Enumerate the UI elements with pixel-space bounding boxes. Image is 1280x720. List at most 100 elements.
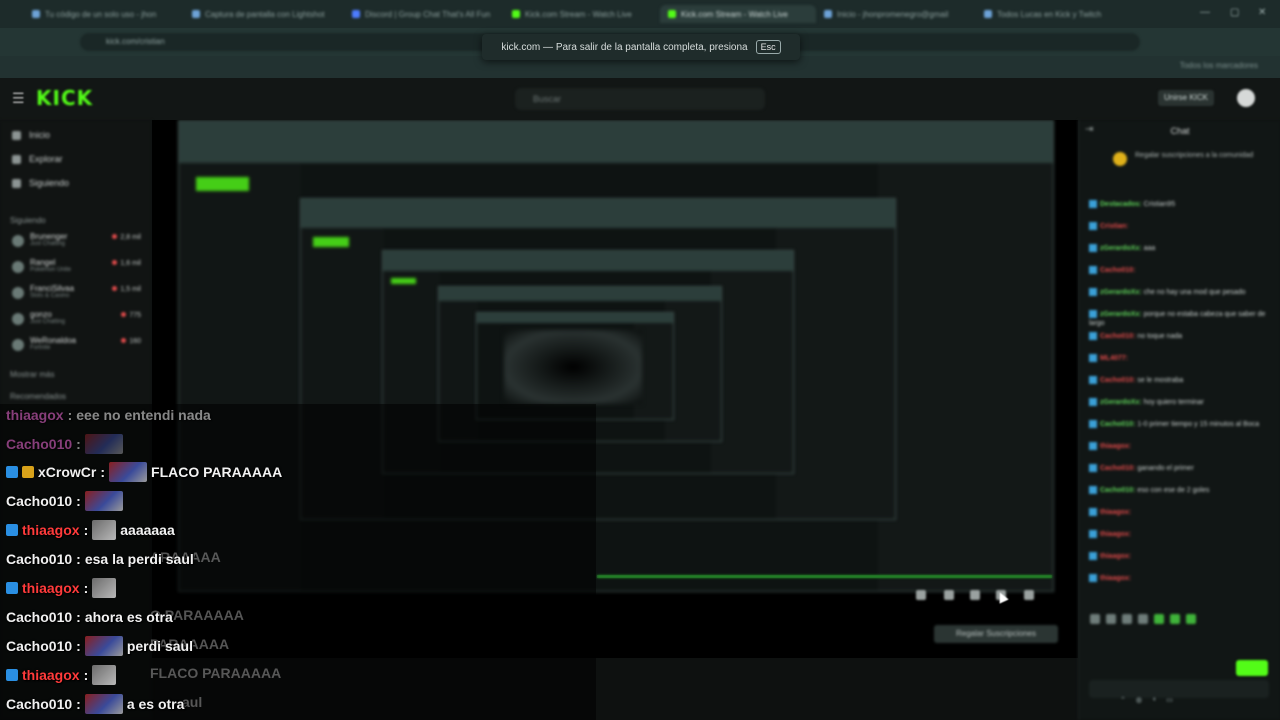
emote-image bbox=[92, 665, 117, 685]
overlay-username: Cacho010 bbox=[6, 436, 73, 452]
overlay-chat-line: xCrowCr : FLACO PARAAAAA bbox=[6, 461, 282, 483]
badge-icon bbox=[1089, 420, 1097, 429]
minimize-icon[interactable]: — bbox=[1200, 7, 1210, 18]
join-kick-button[interactable]: Unirse KICK bbox=[1158, 90, 1215, 106]
gift-subscriptions-button[interactable]: Regalar Suscripciones bbox=[934, 625, 1058, 643]
badge-icon bbox=[1089, 310, 1097, 319]
overlay-separator: : bbox=[76, 436, 81, 452]
send-chat-button[interactable] bbox=[1236, 660, 1268, 676]
kick-badge-icon bbox=[6, 524, 18, 536]
kick-favicon-icon bbox=[668, 10, 676, 18]
chat-username[interactable]: Cacho010: bbox=[1100, 421, 1137, 428]
emote-icon[interactable] bbox=[1186, 614, 1196, 624]
emote-icon[interactable] bbox=[1170, 614, 1180, 624]
chat-message: Cacho010: no toque nada bbox=[1089, 332, 1269, 341]
browser-tab[interactable]: Captura de pantalla con Lightshot bbox=[184, 5, 344, 23]
sidebar-item-explore[interactable]: Explorar bbox=[12, 154, 63, 164]
chat-username[interactable]: thiaagox: bbox=[1100, 531, 1131, 538]
chat-message: thiaagox: bbox=[1089, 552, 1269, 561]
all-bookmarks-link[interactable]: Todos los marcadores bbox=[1180, 61, 1258, 70]
kick-badge-icon bbox=[6, 466, 18, 478]
clock[interactable]: ▭ bbox=[1166, 696, 1173, 704]
live-dot-icon bbox=[112, 234, 118, 239]
emote-icon[interactable] bbox=[1138, 614, 1148, 624]
emote-icon[interactable] bbox=[1106, 614, 1116, 624]
chat-message: Cacho010: bbox=[1089, 266, 1269, 275]
emote-image bbox=[84, 491, 123, 511]
emote-icon[interactable] bbox=[1122, 614, 1132, 624]
sidebar-item-home[interactable]: Inicio bbox=[12, 130, 50, 140]
quality-icon[interactable] bbox=[916, 590, 926, 600]
followed-channel[interactable]: FranciSilvaa Slots & Casino 1,5 mil bbox=[10, 284, 145, 304]
chat-input[interactable] bbox=[1089, 680, 1269, 698]
browser-tab[interactable]: Discord | Group Chat That's All Fun bbox=[344, 5, 504, 23]
followed-channel[interactable]: Rangel Pokémon Unite 1,6 mil bbox=[10, 258, 145, 278]
chat-username[interactable]: Cacho010: bbox=[1100, 487, 1137, 494]
chat-message: Cacho010: eso con ese de 2 goles bbox=[1089, 486, 1269, 495]
chat-username[interactable]: Cristian: bbox=[1100, 223, 1128, 230]
chat-username[interactable]: Cacho010: bbox=[1100, 465, 1137, 472]
heart-icon bbox=[12, 178, 21, 188]
chat-username[interactable]: zGerardoXx: bbox=[1100, 311, 1144, 318]
emote-icon[interactable] bbox=[1154, 614, 1164, 624]
chat-username[interactable]: thiaagox: bbox=[1100, 553, 1131, 560]
chat-panel: ⇥ Chat Regalar suscripciones a la comuni… bbox=[1078, 120, 1280, 720]
badge-icon bbox=[1089, 200, 1097, 209]
close-icon[interactable]: ✕ bbox=[1258, 7, 1266, 18]
search-input[interactable]: Buscar bbox=[515, 88, 765, 110]
recursive-capture-center bbox=[504, 330, 642, 404]
chat-message: thiaagox: bbox=[1089, 574, 1269, 583]
overlay-message-text: esa la perdi saul bbox=[84, 551, 194, 567]
overlay-separator: : bbox=[76, 638, 81, 654]
overlay-separator: : bbox=[83, 580, 89, 596]
followed-channel[interactable]: Brunenger Just Chatting 2,8 mil bbox=[10, 232, 145, 252]
badge-icon bbox=[1089, 398, 1097, 407]
theater-mode-icon[interactable] bbox=[970, 590, 980, 600]
volume-icon[interactable]: ◖ bbox=[1152, 696, 1156, 704]
browser-tab[interactable]: Inicio - jhonpromenegro@gmail bbox=[816, 5, 976, 23]
overlay-username: thiaagox bbox=[22, 522, 80, 538]
pinned-message: Regalar suscripciones a la comunidad bbox=[1087, 148, 1273, 178]
chat-username[interactable]: ML4077: bbox=[1100, 355, 1128, 362]
chat-username[interactable]: Destacados: bbox=[1100, 201, 1144, 208]
chat-username[interactable]: thiaagox: bbox=[1100, 509, 1131, 516]
overlay-message-text: aaaaaaa bbox=[120, 522, 175, 538]
emote-icon[interactable] bbox=[1090, 614, 1100, 624]
chevron-up-icon[interactable]: ⌃ bbox=[1120, 696, 1126, 704]
chat-username[interactable]: Cacho010: bbox=[1100, 377, 1137, 384]
overlay-username: thiaagox bbox=[22, 580, 80, 596]
fullscreen-icon[interactable] bbox=[1024, 590, 1034, 600]
sidebar-item-following[interactable]: Siguiendo bbox=[12, 178, 69, 188]
avatar[interactable] bbox=[1237, 89, 1255, 107]
show-more-link[interactable]: Mostrar más bbox=[10, 370, 54, 379]
browser-tab[interactable]: Tu código de un solo uso - jhon bbox=[24, 5, 184, 23]
chat-message: zGerardoXx: porque no estaba cabeza que … bbox=[1089, 310, 1269, 328]
kick-logo[interactable]: KICK bbox=[36, 86, 93, 110]
menu-icon[interactable]: ☰ bbox=[12, 90, 25, 107]
compass-icon bbox=[12, 154, 21, 164]
overlay-chat-line: thiaagox : bbox=[6, 664, 117, 686]
chat-username[interactable]: zGerardoXx: bbox=[1100, 245, 1144, 252]
chat-username[interactable]: Cacho010: bbox=[1100, 267, 1135, 274]
followed-channel[interactable]: gonzo Just Chatting 775 bbox=[10, 310, 145, 330]
badge-icon bbox=[1089, 222, 1097, 231]
network-icon[interactable]: ◍ bbox=[1136, 696, 1142, 704]
chat-message: thiaagox: bbox=[1089, 508, 1269, 517]
emote-image bbox=[84, 636, 123, 656]
browser-tab[interactable]: Todos Lucas en Kick y Twitch bbox=[976, 5, 1136, 23]
chat-username[interactable]: zGerardoXx: bbox=[1100, 289, 1144, 296]
chat-username[interactable]: thiaagox: bbox=[1100, 575, 1131, 582]
maximize-icon[interactable]: ▢ bbox=[1230, 7, 1239, 18]
browser-tab[interactable]: Kick.com Stream - Watch Live bbox=[504, 5, 660, 23]
followed-channel[interactable]: WeRonaldoa Fortnite 160 bbox=[10, 336, 145, 356]
browser-tab-active[interactable]: Kick.com Stream - Watch Live bbox=[660, 5, 816, 23]
overlay-username: Cacho010 bbox=[6, 493, 73, 509]
avatar bbox=[12, 235, 24, 247]
chat-username[interactable]: zGerardoXx: bbox=[1100, 399, 1144, 406]
chat-username[interactable]: Cacho010: bbox=[1100, 333, 1137, 340]
badge-icon bbox=[1089, 266, 1097, 275]
overlay-chat-line: Cacho010 : a es otra bbox=[6, 693, 184, 715]
settings-icon[interactable] bbox=[944, 590, 954, 600]
chat-text: 1-0 primer tiempo y 15 minutos al Boca bbox=[1137, 421, 1260, 428]
chat-username[interactable]: thiaagox: bbox=[1100, 443, 1131, 450]
